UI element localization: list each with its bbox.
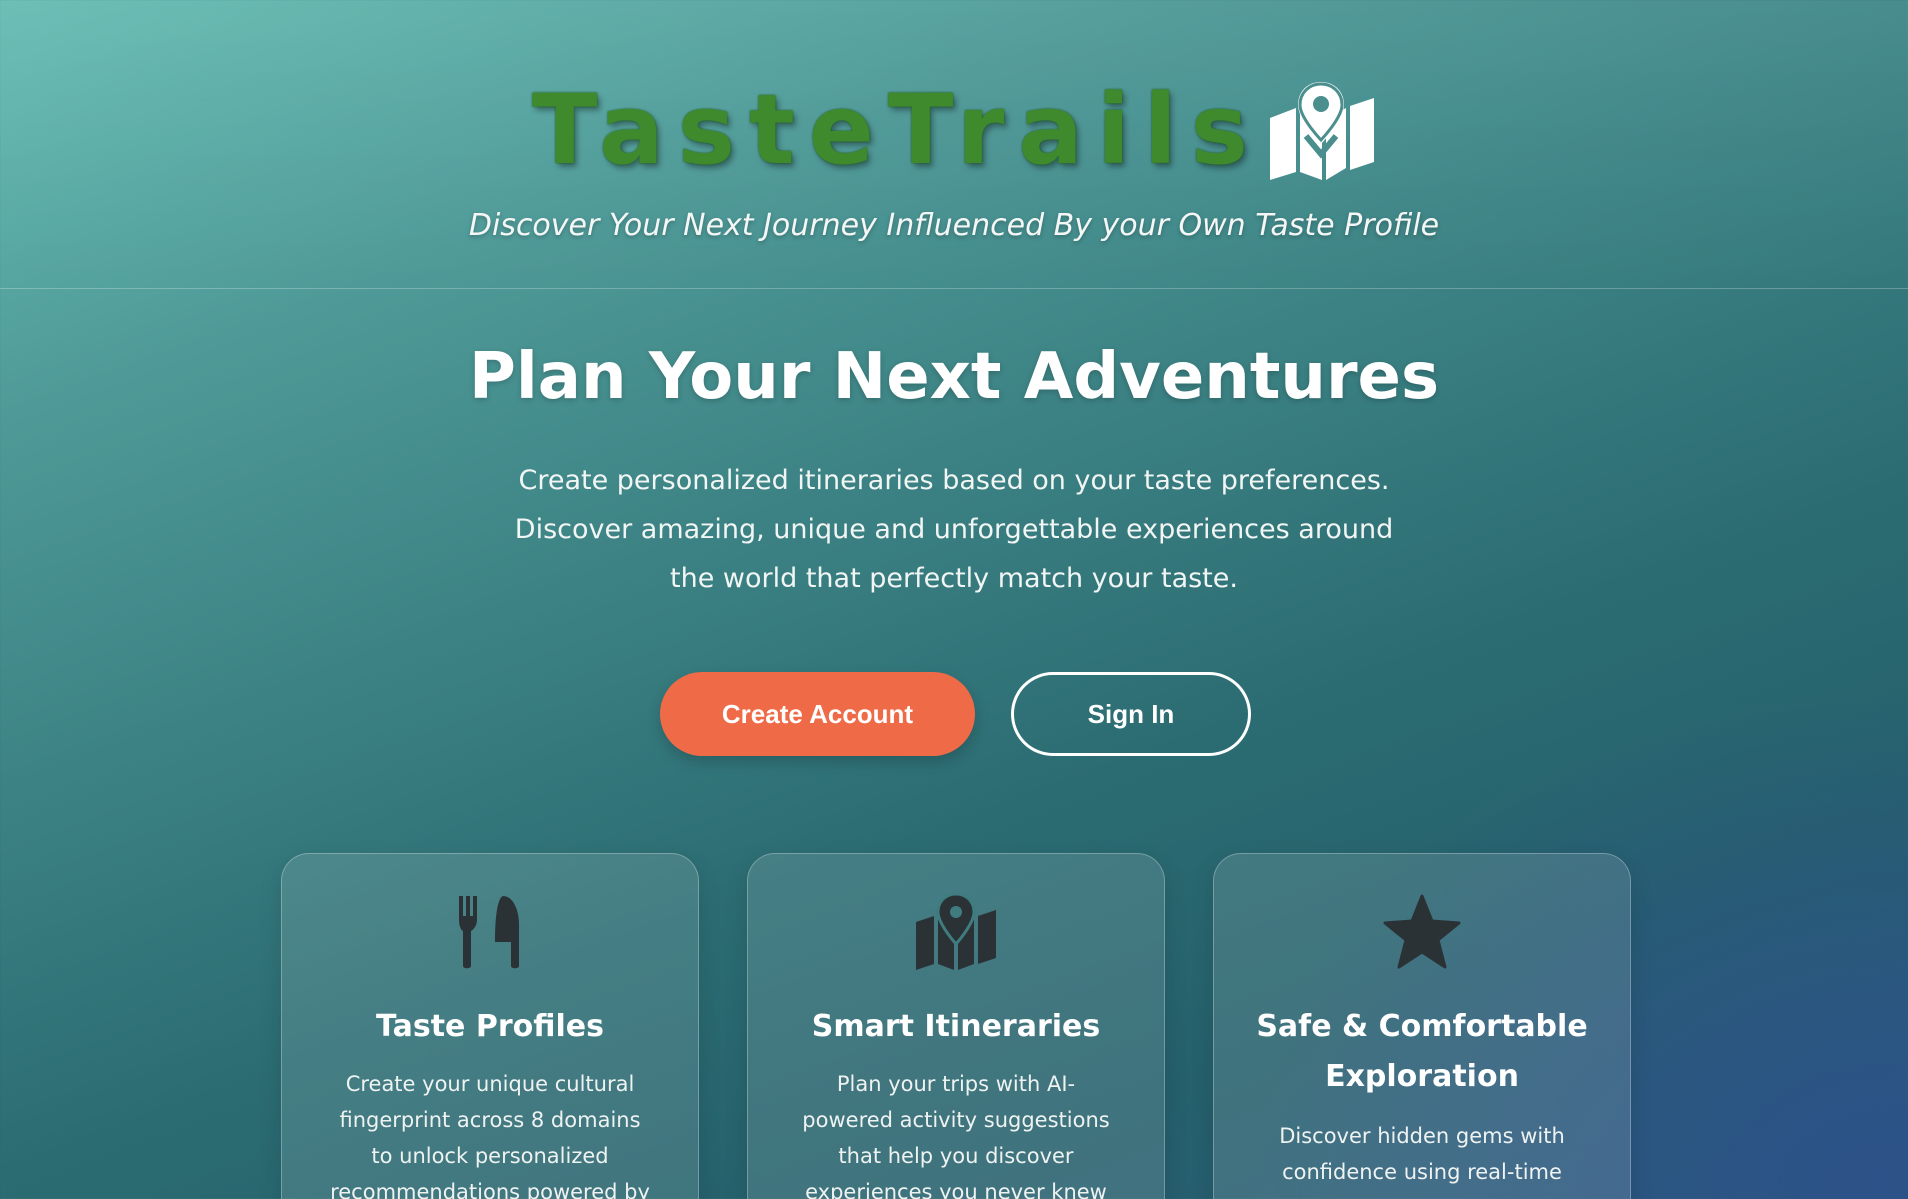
sign-in-button[interactable]: Sign In [1011,672,1251,756]
tagline: Discover Your Next Journey Influenced By… [468,208,1440,243]
map-location-icon [748,894,1164,974]
create-account-button[interactable]: Create Account [660,672,975,756]
star-icon [1214,894,1630,974]
map-pin-icon [1266,80,1376,180]
utensils-icon [282,894,698,974]
feature-card-smart-itineraries: Smart Itineraries Plan your trips with A… [747,853,1165,1199]
feature-text: Discover hidden gems with confidence usi… [1279,1124,1565,1184]
feature-text: Create your unique cultural fingerprint … [330,1072,650,1199]
feature-title: Taste Profiles [376,1009,604,1044]
hero-description: Create personalized itineraries based on… [514,465,1394,594]
site-header: TasteTrails Discover Your Next Journey I… [0,0,1908,289]
logo[interactable]: TasteTrails [0,78,1908,182]
feature-card-safe-exploration: Safe & Comfortable Exploration Discover … [1213,853,1631,1199]
hero-title: Plan Your Next Adventures [468,340,1440,414]
feature-card-taste-profiles: Taste Profiles Create your unique cultur… [281,853,699,1199]
logo-text: TasteTrails [531,74,1263,186]
feature-title: Safe & Comfortable Exploration [1256,1009,1588,1094]
feature-text: Plan your trips with AI-powered activity… [802,1072,1110,1199]
feature-title: Smart Itineraries [811,1009,1101,1044]
